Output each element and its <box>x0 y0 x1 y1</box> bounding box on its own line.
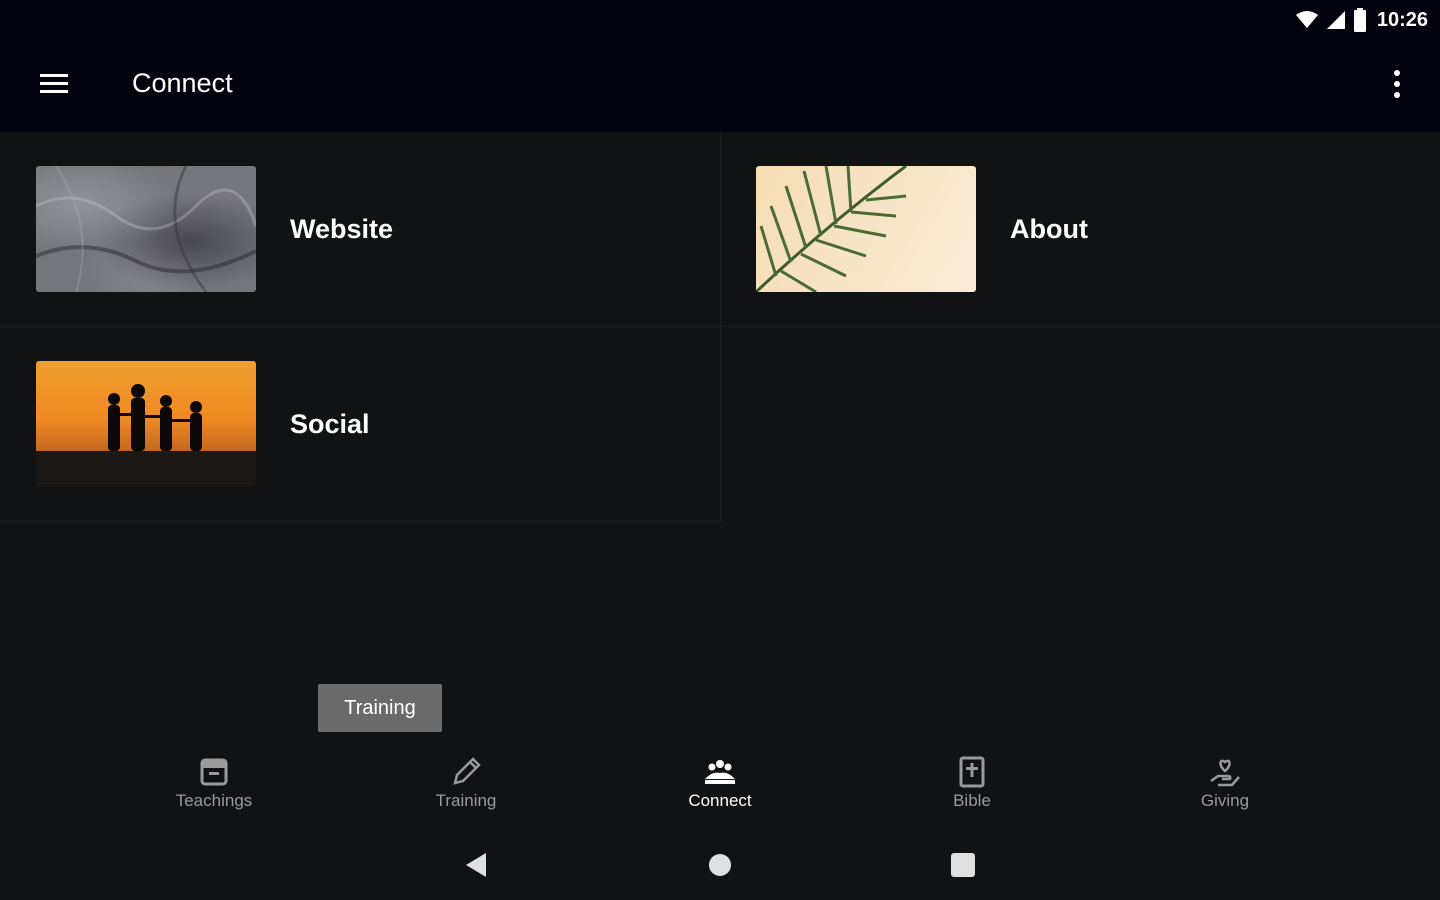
nav-label-teachings: Teachings <box>175 791 253 810</box>
hamburger-menu-icon[interactable] <box>38 72 70 96</box>
tooltip: Training <box>318 684 442 732</box>
nav-label-connect: Connect <box>688 791 752 810</box>
marble-texture-image <box>36 166 256 292</box>
more-options-icon[interactable] <box>1392 68 1402 100</box>
nav-label-bible: Bible <box>953 791 991 810</box>
bible-icon <box>959 756 985 788</box>
card-label-about: About <box>1010 214 1088 244</box>
nav-item-teachings[interactable]: Teachings <box>114 755 314 825</box>
status-time: 10:26 <box>1376 8 1428 31</box>
family-silhouette-image <box>36 384 256 487</box>
palm-leaf-image <box>756 166 907 292</box>
pencil-icon <box>453 757 481 785</box>
card-label-website: Website <box>290 214 394 244</box>
nav-item-giving[interactable]: Giving <box>1125 755 1325 825</box>
bottom-navigation: Teachings Training Connect Bible Giving <box>0 745 1440 825</box>
page-title: Connect <box>132 68 233 98</box>
card-website[interactable]: Website <box>0 132 721 327</box>
nav-item-training[interactable]: Training <box>366 755 566 825</box>
wifi-icon <box>1295 11 1318 28</box>
about-thumbnail <box>756 166 976 292</box>
website-thumbnail <box>36 166 256 292</box>
social-thumbnail <box>36 361 256 487</box>
status-icons: 10:26 <box>1295 6 1428 34</box>
nav-label-giving: Giving <box>1200 791 1250 810</box>
recents-icon[interactable] <box>948 850 978 880</box>
nav-item-connect[interactable]: Connect <box>620 755 820 825</box>
group-icon <box>705 760 735 784</box>
card-social[interactable]: Social <box>0 327 721 522</box>
back-icon[interactable] <box>462 850 492 880</box>
battery-icon <box>1353 8 1366 32</box>
system-navigation-bar <box>0 830 1440 900</box>
nav-label-training: Training <box>435 791 497 810</box>
cell-signal-icon <box>1326 11 1345 29</box>
status-bar: 10:26 <box>0 0 1440 40</box>
archive-icon <box>200 758 228 786</box>
nav-item-bible[interactable]: Bible <box>872 755 1072 825</box>
app-bar: Connect <box>0 40 1440 132</box>
home-icon[interactable] <box>705 850 735 880</box>
card-about[interactable]: About <box>720 132 1440 327</box>
card-label-social: Social <box>290 409 370 439</box>
connect-grid: Website About Social <box>0 132 1440 732</box>
hand-heart-icon <box>1210 759 1240 787</box>
